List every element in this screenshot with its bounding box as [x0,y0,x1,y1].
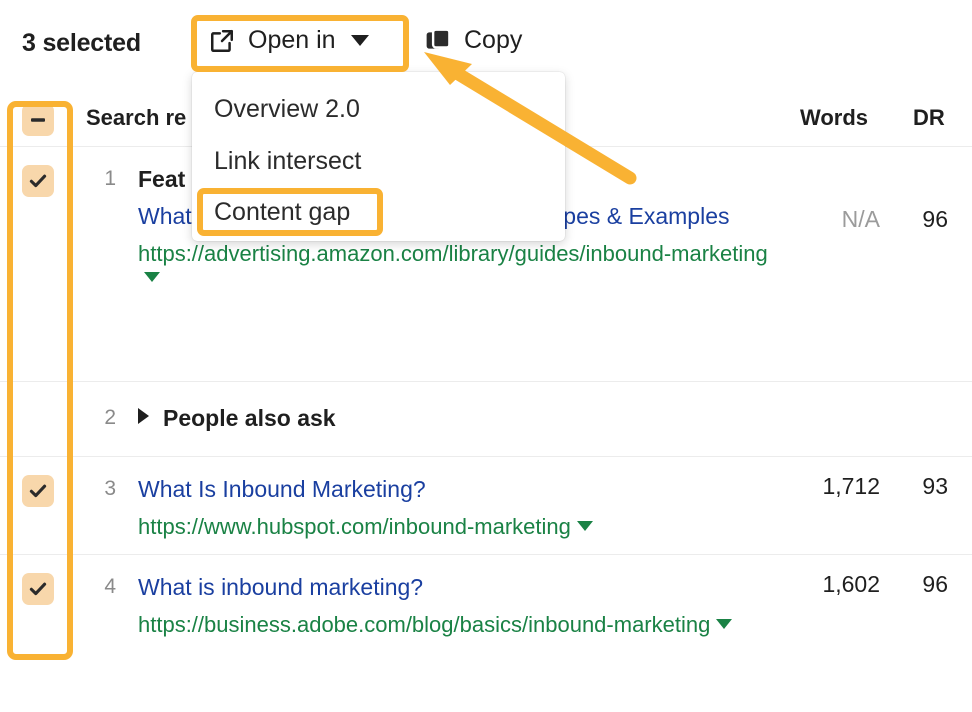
row-checkbox[interactable] [22,165,54,197]
copy-label: Copy [464,26,522,55]
row-content: People also ask [138,400,768,437]
menu-item-content-gap[interactable]: Content gap [214,198,350,227]
result-url-wrap: https://www.hubspot.com/inbound-marketin… [138,508,768,545]
url-chevron-down-icon[interactable] [577,521,593,531]
selected-count-label: 3 selected [22,29,141,58]
row-checkbox[interactable] [22,573,54,605]
serp-feature-label: People also ask [163,405,336,431]
check-icon [28,171,48,191]
column-header-words[interactable]: Words [800,105,868,131]
column-header-search-results[interactable]: Search re [86,105,186,131]
row-position: 3 [86,477,116,501]
row-words-value: 1,712 [822,473,880,500]
result-url-link[interactable]: https://business.adobe.com/blog/basics/i… [138,612,710,637]
menu-item-overview-2-0[interactable]: Overview 2.0 [214,95,360,124]
row-position: 4 [86,575,116,599]
row-dr-value: 93 [922,473,948,500]
menu-item-link-intersect[interactable]: Link intersect [214,147,361,176]
url-chevron-down-icon[interactable] [716,619,732,629]
table-row: 2 People also ask [0,381,972,456]
table-row: 4 What is inbound marketing? https://bus… [0,554,972,686]
result-title-link[interactable]: What Is Inbound Marketing? [138,471,768,508]
result-url-wrap: https://advertising.amazon.com/library/g… [138,235,768,290]
row-words-value: N/A [842,206,880,233]
select-all-checkbox[interactable] [22,104,54,136]
row-checkbox-cell[interactable] [22,475,54,507]
external-link-icon [209,28,235,54]
row-dr-value: 96 [922,206,948,233]
row-checkbox-cell[interactable] [22,165,54,197]
row-dr-value: 96 [922,571,948,598]
row-position: 1 [86,167,116,191]
row-checkbox-cell[interactable] [22,573,54,605]
result-url-wrap: https://business.adobe.com/blog/basics/i… [138,606,768,643]
copy-icon [425,28,451,54]
open-in-dropdown-menu: Overview 2.0 Link intersect Content gap [192,72,565,241]
check-icon [28,579,48,599]
row-checkbox[interactable] [22,475,54,507]
result-url-link[interactable]: https://www.hubspot.com/inbound-marketin… [138,514,571,539]
select-all-checkbox-cell[interactable] [22,104,54,136]
column-header-dr[interactable]: DR [913,105,945,131]
open-in-button[interactable]: Open in [209,26,369,55]
result-url-link[interactable]: https://advertising.amazon.com/library/g… [138,241,768,266]
result-title-link[interactable]: What is inbound marketing? [138,569,768,606]
row-content: What is inbound marketing? https://busin… [138,569,768,643]
chevron-down-icon [351,35,369,46]
row-words-value: 1,602 [822,571,880,598]
url-chevron-down-icon[interactable] [144,272,160,282]
table-row: 3 What Is Inbound Marketing? https://www… [0,456,972,554]
check-icon [28,481,48,501]
row-position: 2 [86,406,116,430]
open-in-label: Open in [248,26,336,55]
minus-icon [28,110,48,130]
row-content: What Is Inbound Marketing? https://www.h… [138,471,768,545]
expand-triangle-icon[interactable] [138,408,149,424]
copy-button[interactable]: Copy [425,26,522,55]
